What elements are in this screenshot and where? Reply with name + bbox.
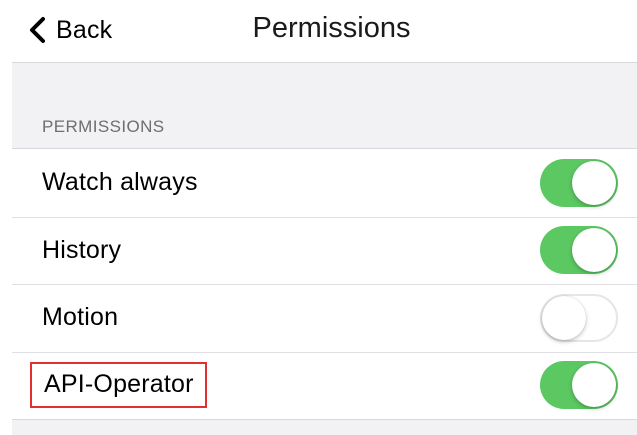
page-title: Permissions	[252, 12, 411, 44]
permissions-list: Watch always History Motion API-Operator	[12, 148, 637, 420]
permission-label: Motion	[42, 303, 119, 332]
toggle-knob	[542, 295, 586, 340]
permission-label: API-Operator	[30, 362, 207, 409]
permissions-screen: Back Permissions PERMISSIONS Watch alway…	[0, 0, 637, 435]
permission-label: History	[42, 235, 122, 264]
toggle-knob	[572, 228, 616, 273]
toggle-knob	[572, 363, 616, 408]
permission-row-api-operator: API-Operator	[12, 351, 637, 420]
motion-toggle[interactable]	[540, 293, 618, 342]
watch-always-toggle[interactable]	[540, 158, 618, 207]
api-operator-toggle[interactable]	[540, 361, 618, 410]
history-toggle[interactable]	[540, 226, 618, 275]
permission-row-watch-always: Watch always	[12, 149, 637, 217]
toggle-knob	[572, 160, 616, 205]
permission-row-history: History	[12, 216, 637, 285]
permission-row-motion: Motion	[12, 284, 637, 352]
permission-label: Watch always	[42, 168, 198, 197]
navigation-bar: Back Permissions	[0, 0, 637, 62]
section-header: PERMISSIONS	[42, 117, 165, 136]
